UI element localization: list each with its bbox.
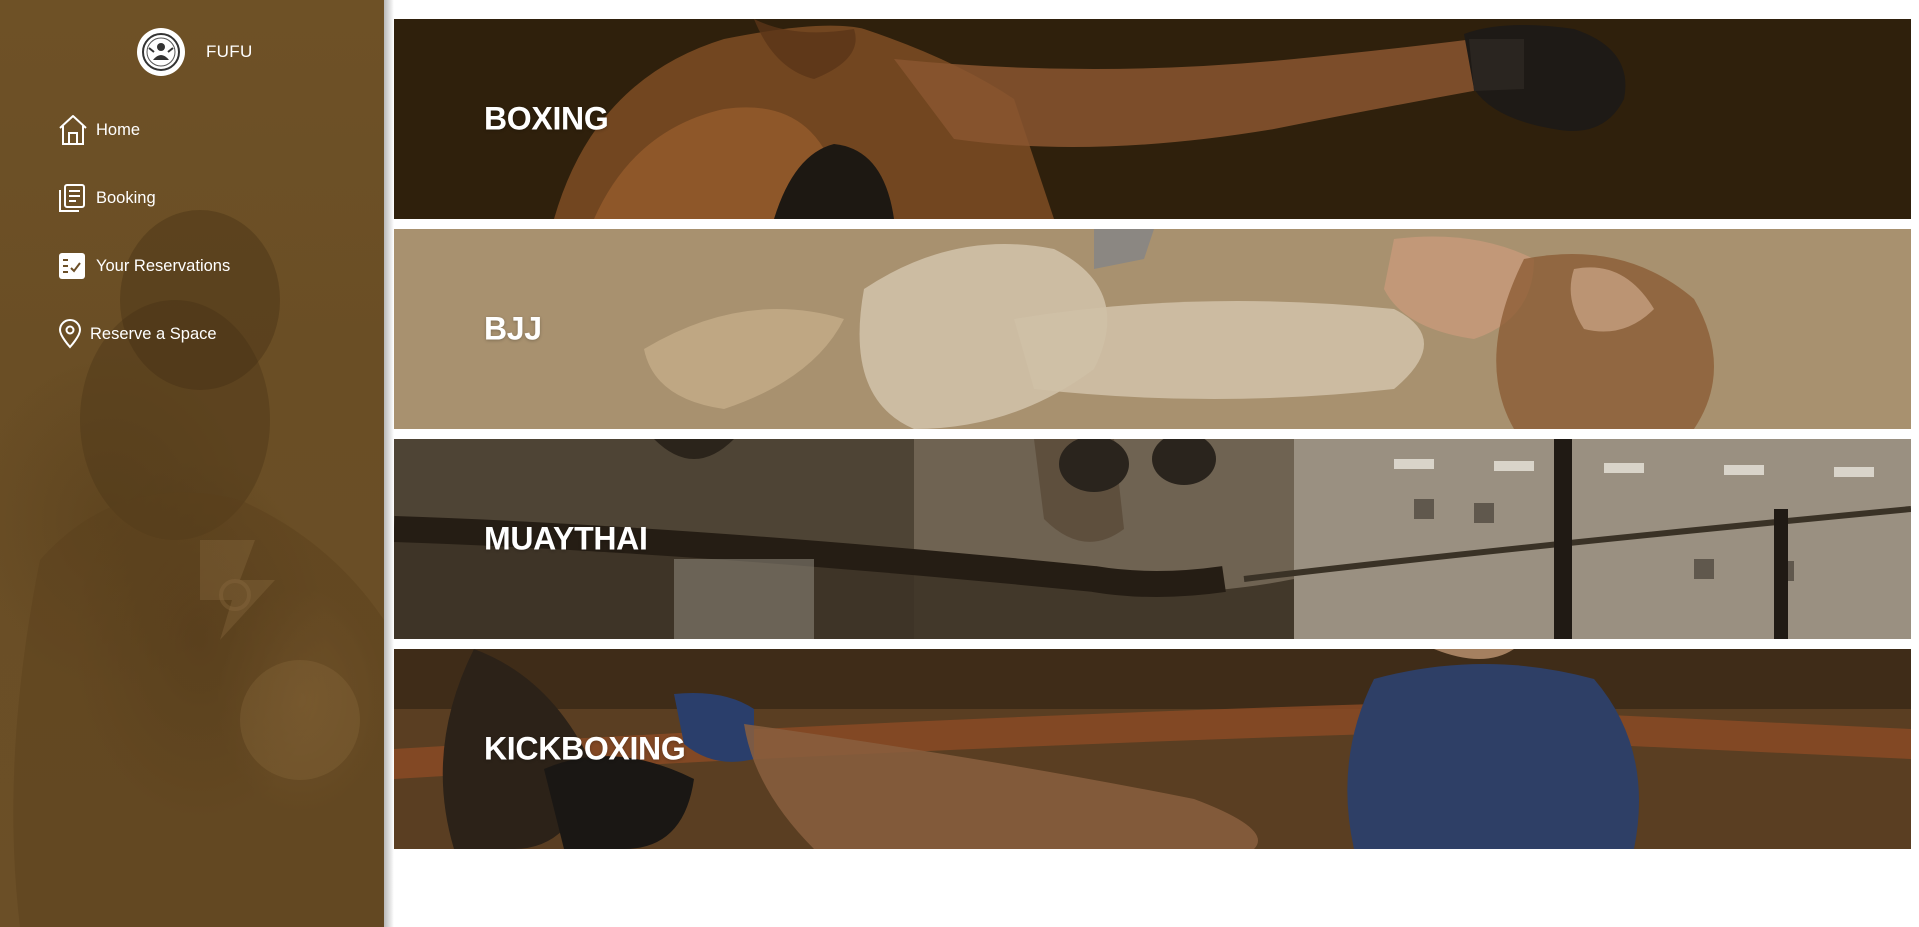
sidebar: FUFU Home Booking Your Reservations Rese…: [0, 0, 384, 927]
sidebar-item-home[interactable]: Home: [58, 112, 230, 148]
document-list-icon: [58, 182, 90, 214]
banner-title: BOXING: [484, 100, 609, 137]
discipline-list: BOXING BJJ MUAYTHAI KICKBOXING: [394, 19, 1911, 859]
sidebar-item-reserve-a-space[interactable]: Reserve a Space: [58, 316, 230, 352]
sidebar-item-label: Your Reservations: [96, 256, 231, 275]
boxing-background-image: [394, 19, 1911, 219]
sidebar-shadow: [384, 0, 394, 927]
brand[interactable]: FUFU: [137, 28, 253, 76]
banner-title: MUAYTHAI: [484, 520, 648, 557]
sidebar-item-label: Reserve a Space: [90, 324, 217, 343]
banner-title: BJJ: [484, 310, 542, 347]
banner-title: KICKBOXING: [484, 730, 686, 767]
bjj-background-image: [394, 229, 1911, 429]
location-pin-icon: [58, 318, 84, 350]
banner-kickboxing[interactable]: KICKBOXING: [394, 649, 1911, 849]
brand-name: FUFU: [206, 42, 253, 61]
sidebar-nav: Home Booking Your Reservations Reserve a…: [58, 112, 230, 384]
sidebar-item-label: Home: [96, 120, 141, 139]
sidebar-item-your-reservations[interactable]: Your Reservations: [58, 248, 230, 284]
sidebar-item-label: Booking: [96, 188, 156, 207]
banner-boxing[interactable]: BOXING: [394, 19, 1911, 219]
fighter-emblem-icon: [137, 28, 185, 76]
home-icon: [58, 114, 90, 146]
sidebar-item-booking[interactable]: Booking: [58, 180, 230, 216]
banner-muaythai[interactable]: MUAYTHAI: [394, 439, 1911, 639]
banner-bjj[interactable]: BJJ: [394, 229, 1911, 429]
checklist-icon: [58, 250, 90, 282]
